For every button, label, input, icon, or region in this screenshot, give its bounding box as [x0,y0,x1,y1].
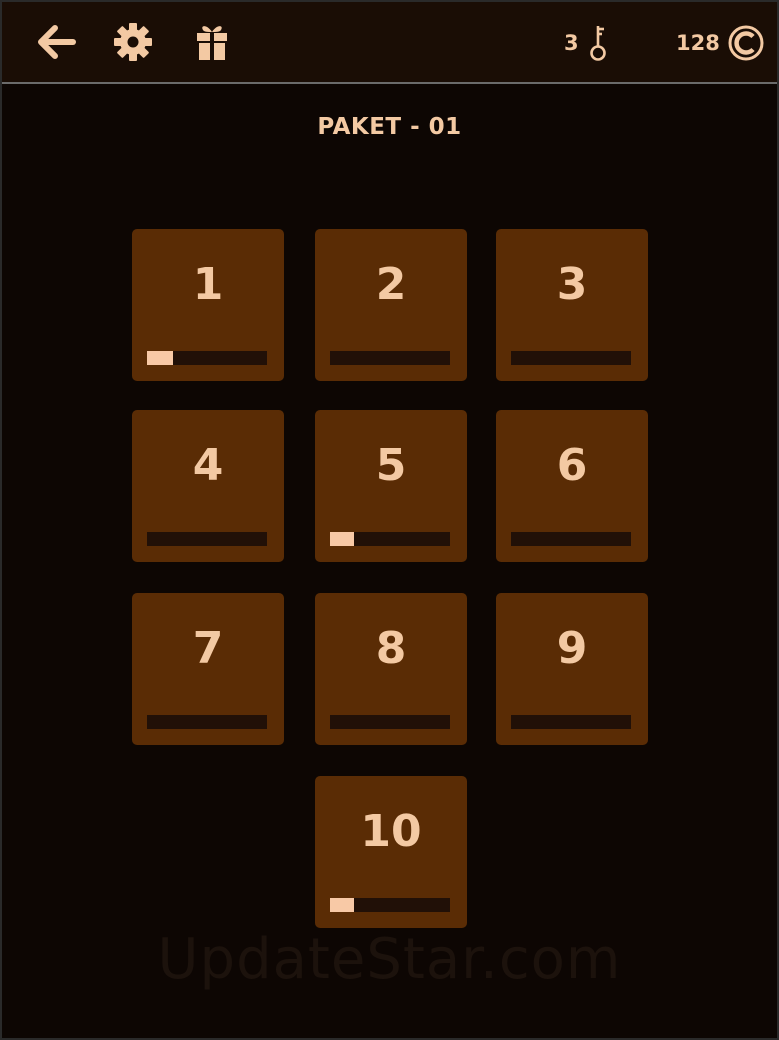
level-progress-bar [147,715,267,729]
level-number: 3 [556,259,588,310]
level-progress-bar [511,532,631,546]
level-grid: 1 2 3 4 5 6 7 8 9 10 [2,2,777,1040]
level-number: 2 [375,259,407,310]
level-progress-bar [330,351,450,365]
level-progress-bar [511,715,631,729]
level-tile-4[interactable]: 4 [132,410,284,562]
watermark-text: UpdateStar.com [157,927,622,992]
level-tile-10[interactable]: 10 [315,776,467,928]
level-progress-bar [330,532,450,546]
game-screen: 3 128 PAKET - 01 1 2 3 4 5 6 7 8 9 10 UpdateStar.… [0,0,779,1040]
level-number: 4 [192,440,224,491]
level-tile-7[interactable]: 7 [132,593,284,745]
level-tile-3[interactable]: 3 [496,229,648,381]
level-number: 7 [192,623,224,674]
level-number: 10 [360,806,422,857]
level-tile-2[interactable]: 2 [315,229,467,381]
level-number: 5 [375,440,407,491]
level-tile-5[interactable]: 5 [315,410,467,562]
level-tile-6[interactable]: 6 [496,410,648,562]
level-progress-fill [330,532,354,546]
level-progress-fill [147,351,174,365]
level-number: 9 [556,623,588,674]
level-number: 6 [556,440,588,491]
level-progress-bar [330,898,450,912]
level-progress-bar [147,532,267,546]
level-tile-8[interactable]: 8 [315,593,467,745]
level-number: 8 [375,623,407,674]
level-number: 1 [192,259,224,310]
level-progress-bar [147,351,267,365]
level-tile-9[interactable]: 9 [496,593,648,745]
level-progress-bar [330,715,450,729]
level-tile-1[interactable]: 1 [132,229,284,381]
level-progress-fill [330,898,354,912]
level-progress-bar [511,351,631,365]
